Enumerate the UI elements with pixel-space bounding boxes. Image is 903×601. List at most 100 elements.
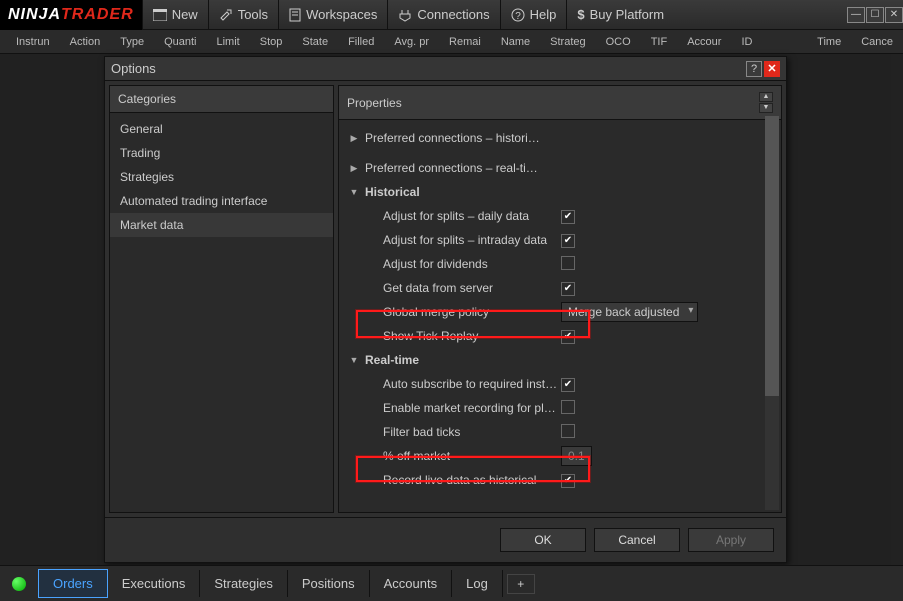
tab-log[interactable]: Log: [452, 570, 503, 597]
col-cancel[interactable]: Cance: [851, 36, 903, 48]
sort-down-button[interactable]: ▼: [759, 103, 773, 113]
get-data-server-label: Get data from server: [363, 281, 561, 295]
category-general[interactable]: General: [110, 117, 333, 141]
adjust-dividends-row: Adjust for dividends: [345, 252, 781, 276]
col-quantity[interactable]: Quanti: [154, 36, 206, 48]
category-automated-trading[interactable]: Automated trading interface: [110, 189, 333, 213]
dialog-help-button[interactable]: ?: [746, 61, 762, 77]
menu-help[interactable]: ? Help: [500, 0, 567, 30]
menu-tools[interactable]: Tools: [208, 0, 278, 30]
col-stop[interactable]: Stop: [250, 36, 293, 48]
category-trading[interactable]: Trading: [110, 141, 333, 165]
adjust-dividends-checkbox[interactable]: [561, 256, 575, 270]
pct-off-market-row: % off market 0.1: [345, 444, 781, 468]
menu-connections-label: Connections: [417, 7, 489, 22]
maximize-button[interactable]: ☐: [866, 7, 884, 23]
realtime-section-label: Real-time: [363, 353, 563, 367]
dollar-icon: $: [577, 7, 584, 22]
menu-buy-label: Buy Platform: [590, 7, 664, 22]
connection-status-indicator[interactable]: [12, 577, 26, 591]
dialog-button-row: OK Cancel Apply: [105, 517, 786, 562]
pref-rt-label: Preferred connections – real-ti…: [363, 161, 563, 175]
menu-buy-platform[interactable]: $ Buy Platform: [566, 0, 674, 30]
show-tick-replay-row: Show Tick Replay: [345, 324, 781, 348]
apply-button[interactable]: Apply: [688, 528, 774, 552]
dialog-titlebar[interactable]: Options ? ✕: [105, 57, 786, 81]
show-tick-replay-checkbox[interactable]: [561, 330, 575, 344]
properties-scrollbar[interactable]: [765, 116, 779, 510]
col-oco[interactable]: OCO: [596, 36, 641, 48]
col-tif[interactable]: TIF: [641, 36, 678, 48]
orders-column-headers: Instrun Action Type Quanti Limit Stop St…: [0, 30, 903, 54]
main-menu: New Tools Workspaces Connections ? Help …: [142, 0, 674, 30]
col-state[interactable]: State: [292, 36, 338, 48]
new-window-icon: [153, 9, 167, 21]
menu-connections[interactable]: Connections: [387, 0, 499, 30]
document-icon: [289, 8, 301, 22]
tab-positions[interactable]: Positions: [288, 570, 370, 597]
record-live-data-checkbox[interactable]: [561, 474, 575, 488]
main-workspace: Options ? ✕ Categories General Trading S…: [0, 54, 903, 565]
col-account[interactable]: Accour: [677, 36, 731, 48]
tab-orders[interactable]: Orders: [38, 569, 108, 598]
tab-executions[interactable]: Executions: [108, 570, 201, 597]
ok-button[interactable]: OK: [500, 528, 586, 552]
col-action[interactable]: Action: [60, 36, 111, 48]
menu-workspaces[interactable]: Workspaces: [278, 0, 387, 30]
col-time[interactable]: Time: [807, 36, 851, 48]
filter-bad-ticks-row: Filter bad ticks: [345, 420, 781, 444]
pref-connections-historical-row[interactable]: ▶ Preferred connections – histori…: [345, 126, 781, 150]
pref-connections-realtime-row[interactable]: ▶ Preferred connections – real-ti…: [345, 156, 781, 180]
sort-up-button[interactable]: ▲: [759, 92, 773, 102]
dialog-title: Options: [111, 61, 156, 76]
tab-strategies[interactable]: Strategies: [200, 570, 288, 597]
col-filled[interactable]: Filled: [338, 36, 384, 48]
logo-trader: TRADER: [61, 6, 134, 24]
filter-bad-ticks-checkbox[interactable]: [561, 424, 575, 438]
categories-header: Categories: [110, 86, 333, 113]
properties-header: Properties ▲ ▼: [339, 86, 781, 120]
pct-off-market-input[interactable]: 0.1: [561, 446, 592, 466]
cancel-button[interactable]: Cancel: [594, 528, 680, 552]
global-merge-policy-label: Global merge policy: [363, 305, 561, 319]
chevron-right-icon: ▶: [345, 163, 363, 174]
category-strategies[interactable]: Strategies: [110, 165, 333, 189]
col-name[interactable]: Name: [491, 36, 540, 48]
col-limit[interactable]: Limit: [207, 36, 250, 48]
right-edge-strip: [891, 54, 903, 565]
historical-section[interactable]: ▼ Historical: [345, 180, 781, 204]
record-live-data-label: Record live data as historical: [363, 473, 561, 487]
properties-label: Properties: [347, 96, 402, 110]
titlebar: NINJATRADER New Tools Workspaces Connect…: [0, 0, 903, 30]
col-type[interactable]: Type: [110, 36, 154, 48]
realtime-section[interactable]: ▼ Real-time: [345, 348, 781, 372]
col-remaining[interactable]: Remai: [439, 36, 491, 48]
enable-market-recording-checkbox[interactable]: [561, 400, 575, 414]
show-tick-replay-label: Show Tick Replay: [363, 329, 561, 343]
adjust-splits-intraday-checkbox[interactable]: [561, 234, 575, 248]
get-data-server-checkbox[interactable]: [561, 282, 575, 296]
minimize-button[interactable]: —: [847, 7, 865, 23]
pref-hist-label: Preferred connections – histori…: [363, 131, 563, 145]
close-window-button[interactable]: ✕: [885, 7, 903, 23]
options-dialog: Options ? ✕ Categories General Trading S…: [104, 56, 787, 563]
col-id[interactable]: ID: [731, 36, 762, 48]
enable-market-recording-label: Enable market recording for pl…: [363, 401, 561, 415]
category-market-data[interactable]: Market data: [110, 213, 333, 237]
col-instrument[interactable]: Instrun: [6, 36, 60, 48]
adjust-splits-daily-checkbox[interactable]: [561, 210, 575, 224]
properties-body: ▶ Preferred connections – histori… ▶ Pre…: [339, 120, 781, 516]
global-merge-policy-select[interactable]: Merge back adjusted: [561, 302, 698, 322]
col-strategy[interactable]: Strateg: [540, 36, 595, 48]
auto-subscribe-label: Auto subscribe to required inst…: [363, 377, 561, 391]
col-avgprice[interactable]: Avg. pr: [384, 36, 439, 48]
scrollbar-thumb[interactable]: [765, 116, 779, 396]
menu-new[interactable]: New: [142, 0, 208, 30]
logo-ninja: NINJA: [8, 6, 61, 24]
chevron-down-icon: ▼: [345, 187, 363, 197]
dialog-close-button[interactable]: ✕: [764, 61, 780, 77]
tab-accounts[interactable]: Accounts: [370, 570, 452, 597]
chevron-right-icon: ▶: [345, 133, 363, 144]
auto-subscribe-checkbox[interactable]: [561, 378, 575, 392]
add-tab-button[interactable]: +: [507, 574, 535, 594]
